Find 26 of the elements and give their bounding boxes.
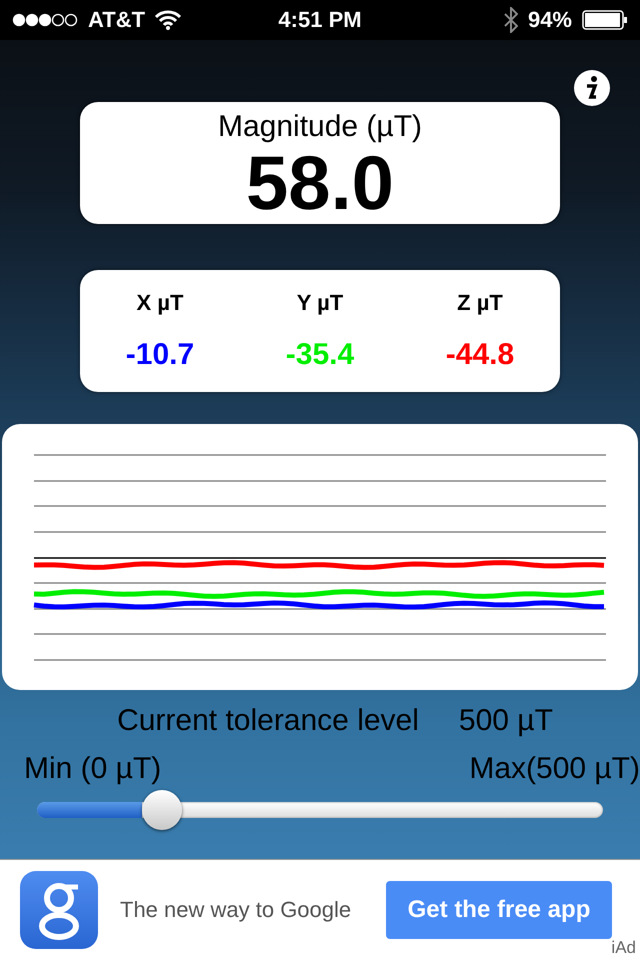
- magnitude-label: Magnitude (µT): [218, 110, 422, 144]
- max-label: Max(500 µT): [469, 752, 640, 786]
- battery-percent: 94%: [528, 7, 572, 33]
- app-icon: [20, 871, 98, 949]
- clock-time: 4:51 PM: [278, 7, 362, 33]
- wifi-icon: [155, 10, 182, 30]
- tolerance-label: Current tolerance level: [117, 704, 419, 738]
- signal-icon: [12, 13, 78, 27]
- axis-label: X µT: [136, 290, 184, 316]
- ad-banner[interactable]: The new way to Google Get the free app iAd: [0, 859, 640, 960]
- axis-value: -35.4: [286, 338, 354, 372]
- min-label: Min (0 µT): [24, 752, 162, 786]
- carrier-name: AT&T: [88, 7, 146, 33]
- axis-label: Y µT: [296, 290, 344, 316]
- magnitude-value: 58.0: [246, 144, 394, 224]
- info-icon[interactable]: [574, 70, 610, 106]
- slider-thumb[interactable]: [142, 790, 182, 830]
- bluetooth-icon: [504, 7, 518, 33]
- ad-text: The new way to Google: [120, 897, 352, 923]
- axis-label: Z µT: [457, 290, 503, 316]
- axis-value: -10.7: [126, 338, 194, 372]
- tolerance-value: 500 µT: [458, 704, 553, 738]
- tolerance-slider[interactable]: [37, 790, 603, 830]
- battery-icon: [582, 10, 628, 30]
- ad-label: iAd: [611, 938, 636, 958]
- axis-value: -44.8: [446, 338, 514, 372]
